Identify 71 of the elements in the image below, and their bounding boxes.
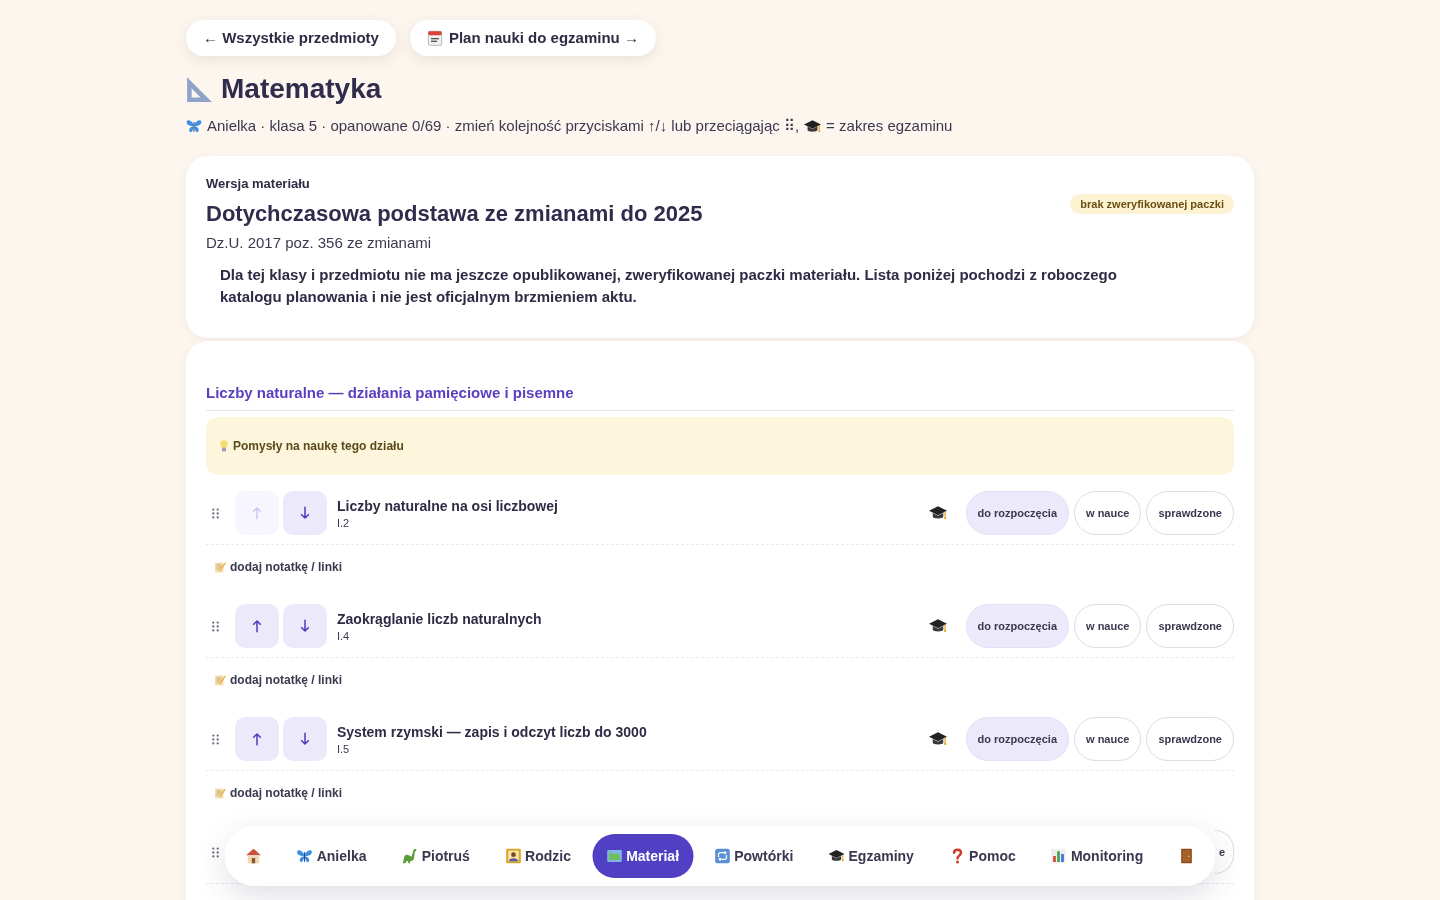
subtitle-text: Anielka · klasa 5 · opanowane 0/69 · zmień kolejność przyciskami ↑/↓ lub przeciągając ⠿, <box>207 116 800 136</box>
move-up-button[interactable] <box>235 604 279 648</box>
drag-handle-icon[interactable] <box>211 733 219 745</box>
nav-item[interactable]: Monitoring <box>1036 834 1158 878</box>
add-note-button[interactable]: dodaj notatkę / linki <box>214 786 342 800</box>
topic-code: I.5 <box>337 741 350 756</box>
status-option[interactable]: sprawdzone <box>1146 717 1234 761</box>
nav-item[interactable]: Rodzic <box>491 834 585 878</box>
graduation-cap-icon <box>828 848 845 864</box>
arrow-down-icon <box>300 506 310 520</box>
topic-title: System rzymski — zapis i odczyt liczb do 3000 <box>337 722 647 741</box>
legal-source: Dz.U. 2017 poz. 356 ze zmianami <box>206 234 432 252</box>
nav-item[interactable]: Pomoc <box>935 834 1030 878</box>
topic-title: Zaokrąglanie liczb naturalnych <box>337 609 542 628</box>
butterfly-icon <box>296 848 313 864</box>
status-option[interactable]: do rozpoczęcia <box>965 604 1069 648</box>
status-option[interactable]: w nauce <box>1074 717 1142 761</box>
memo-icon <box>214 561 226 573</box>
nav-item[interactable]: Egzaminy <box>814 834 928 878</box>
lightbulb-icon <box>220 440 228 452</box>
status-option[interactable]: do rozpoczęcia <box>965 491 1069 535</box>
nav-item[interactable]: Powtórki <box>700 834 808 878</box>
add-note-button[interactable]: dodaj notatkę / linki <box>214 560 342 574</box>
section-heading: Liczby naturalne — działania pamięciowe i pisemne <box>206 383 575 403</box>
move-down-button[interactable] <box>283 604 327 648</box>
arrow-up-icon <box>252 732 262 746</box>
status-option[interactable]: w nauce <box>1074 491 1142 535</box>
arrow-down-icon <box>300 619 310 633</box>
house-icon <box>245 848 262 864</box>
door-icon <box>1178 848 1195 864</box>
topic-code: I.4 <box>337 628 350 643</box>
map-icon <box>606 848 623 864</box>
status-option[interactable]: sprawdzone <box>1146 604 1234 648</box>
nav-item[interactable]: Piotruś <box>387 834 484 878</box>
nav-item[interactable]: Anielka <box>282 834 381 878</box>
move-up-button[interactable] <box>235 717 279 761</box>
topic-code: I.2 <box>337 515 350 530</box>
calendar-icon <box>426 30 443 46</box>
move-down-button[interactable] <box>283 717 327 761</box>
nav-item[interactable]: Materiał <box>592 834 694 878</box>
dinosaur-icon <box>401 848 418 864</box>
drag-handle-icon[interactable] <box>211 507 219 519</box>
ideas-toggle[interactable]: Pomysły na naukę tego działu <box>206 417 1234 475</box>
triangle-ruler-icon <box>186 75 213 103</box>
subtitle-text: = zakres egzaminu <box>826 116 953 136</box>
status-option[interactable]: sprawdzone <box>1146 491 1234 535</box>
memo-icon <box>214 787 226 799</box>
graduation-cap-icon <box>804 117 822 135</box>
status-option[interactable]: do rozpoczęcia <box>965 717 1069 761</box>
status-option[interactable]: w nauce <box>1074 604 1142 648</box>
back-link[interactable]: ← Wszystkie przedmioty <box>186 20 396 56</box>
portrait-icon <box>505 848 522 864</box>
drag-handle-icon[interactable] <box>211 620 219 632</box>
arrow-up-icon <box>252 619 262 633</box>
status-option[interactable]: e <box>1215 830 1234 874</box>
version-title: Dotychczasowa podstawa ze zmianami do 2025 <box>206 200 703 228</box>
topic-title: Liczby naturalne na osi liczbowej <box>337 496 558 515</box>
status-badge: brak zweryfikowanej paczki <box>1070 194 1234 214</box>
butterfly-icon <box>186 118 202 134</box>
page-title: Matematyka <box>221 72 382 106</box>
notice-text: Dla tej klasy i przedmiotu nie ma jeszcze opublikowanej, zweryfikowanej paczki materiału. Lista poniżej pochodzi z roboczego katalogu planowania i nie jest oficjalnym brzmieniem aktu. <box>220 265 1118 307</box>
arrow-up-icon <box>252 506 262 520</box>
bar-chart-icon <box>1050 848 1067 864</box>
repeat-icon <box>714 848 731 864</box>
memo-icon <box>214 674 226 686</box>
move-down-button[interactable] <box>283 491 327 535</box>
version-label: Wersja materiału <box>206 176 310 192</box>
study-plan-link[interactable]: Plan nauki do egzaminu → <box>409 20 656 56</box>
add-note-button[interactable]: dodaj notatkę / linki <box>214 673 342 687</box>
drag-handle-icon[interactable] <box>211 846 219 858</box>
arrow-down-icon <box>300 732 310 746</box>
